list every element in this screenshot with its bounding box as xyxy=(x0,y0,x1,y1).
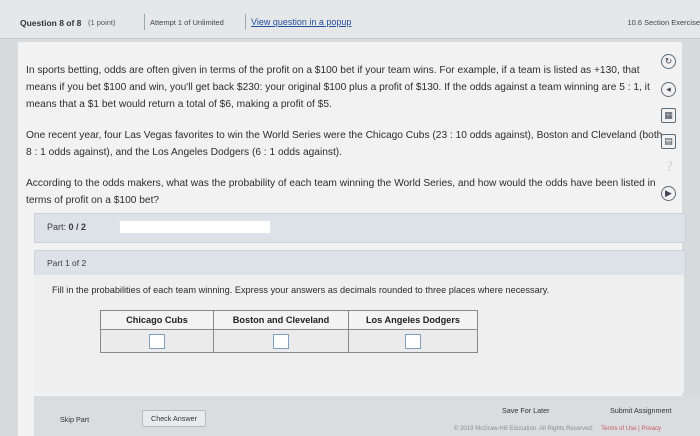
problem-statement: In sports betting, odds are often given … xyxy=(26,62,666,223)
column-header: Chicago Cubs xyxy=(100,310,214,330)
table-row xyxy=(100,329,478,353)
column-header: Los Angeles Dodgers xyxy=(348,310,478,330)
check-answer-button[interactable]: Check Answer xyxy=(142,410,206,427)
problem-paragraph: One recent year, four Las Vegas favorite… xyxy=(26,130,663,158)
save-for-later-button[interactable]: Save For Later xyxy=(494,403,558,418)
privacy-link[interactable]: Privacy xyxy=(641,426,661,432)
media-icon[interactable]: ▶ xyxy=(661,186,676,201)
submit-assignment-button[interactable]: Submit Assignment xyxy=(602,403,680,418)
question-number: Question 8 of 8 xyxy=(20,18,82,28)
part-header: Part 1 of 2 xyxy=(34,250,686,276)
attempt-counter: Attempt 1 of Unlimited xyxy=(150,18,224,27)
part-progress-label: Part: 0 / 2 xyxy=(47,222,87,232)
ask-icon[interactable]: ↻ xyxy=(661,54,676,69)
question-header: Question 8 of 8 (1 point) Attempt 1 of U… xyxy=(0,0,700,39)
boston-cleveland-probability-input[interactable] xyxy=(273,333,289,349)
footer: © 2019 McGraw-Hill Education. All Rights… xyxy=(454,426,662,432)
action-bar: Skip Part Check Answer Save For Later Su… xyxy=(34,396,700,436)
calculator-icon[interactable]: ▦ xyxy=(661,108,676,123)
table-cell xyxy=(348,329,478,353)
skip-part-button[interactable]: Skip Part xyxy=(52,412,97,427)
problem-paragraph: According to the odds makers, what was t… xyxy=(26,178,656,206)
column-header: Boston and Cleveland xyxy=(213,310,349,330)
view-popup-link[interactable]: View question in a popup xyxy=(251,17,351,27)
copyright-text: © 2019 McGraw-Hill Education. All Rights… xyxy=(454,426,594,432)
help-icon[interactable]: ❔ xyxy=(663,160,676,173)
divider xyxy=(245,14,246,30)
dodgers-probability-input[interactable] xyxy=(405,333,421,349)
question-points: (1 point) xyxy=(88,18,116,27)
table-cell xyxy=(213,329,349,353)
part-progress-bar xyxy=(119,220,271,234)
terms-link[interactable]: Terms of Use xyxy=(601,426,636,432)
book-icon[interactable]: ◂ xyxy=(661,82,676,97)
print-icon[interactable]: ▤ xyxy=(661,134,676,149)
table-header-row: Chicago Cubs Boston and Cleveland Los An… xyxy=(100,310,478,330)
cubs-probability-input[interactable] xyxy=(149,333,165,349)
table-cell xyxy=(100,329,214,353)
answer-table: Chicago Cubs Boston and Cleveland Los An… xyxy=(100,310,478,353)
divider xyxy=(144,14,145,30)
part-progress: Part: 0 / 2 xyxy=(34,213,686,243)
problem-paragraph: In sports betting, odds are often given … xyxy=(26,65,650,110)
part-title: Part 1 of 2 xyxy=(47,258,87,268)
section-title: 10.6 Section Exercise xyxy=(627,18,700,27)
instructions: Fill in the probabilities of each team w… xyxy=(52,285,550,295)
